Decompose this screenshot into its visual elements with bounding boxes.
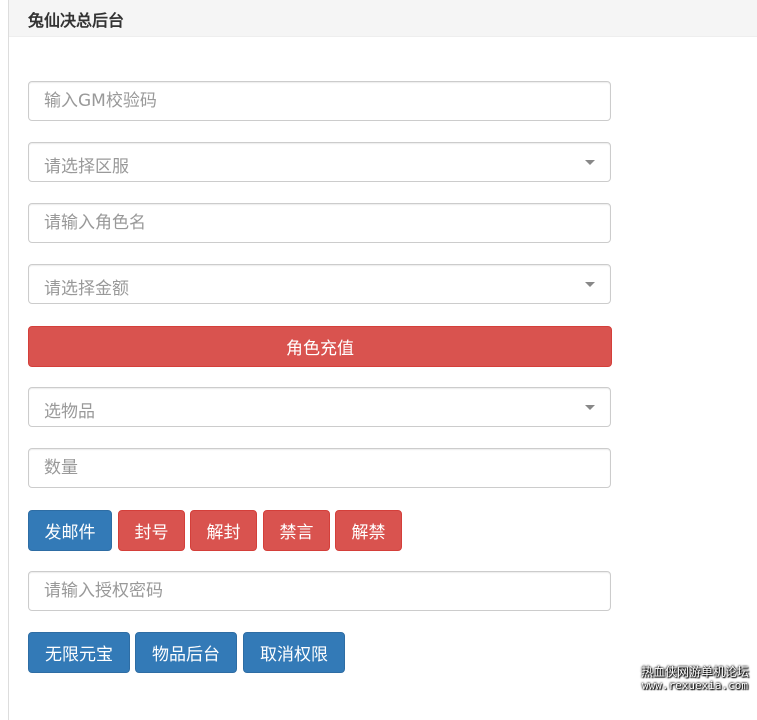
unmute-button[interactable]: 解禁 bbox=[335, 510, 402, 551]
chevron-down-icon bbox=[585, 405, 595, 410]
site-watermark: 热血侠网游单机论坛 www.rexuexia.com bbox=[641, 665, 749, 693]
unban-button[interactable]: 解封 bbox=[190, 510, 257, 551]
recharge-button[interactable]: 角色充值 bbox=[28, 326, 612, 367]
item-select-label: 选物品 bbox=[44, 402, 95, 422]
gm-code-field[interactable] bbox=[28, 81, 611, 121]
ban-button[interactable]: 封号 bbox=[118, 510, 185, 551]
role-name-input[interactable] bbox=[29, 204, 610, 242]
server-select[interactable]: 请选择区服 bbox=[28, 142, 611, 182]
chevron-down-icon bbox=[585, 160, 595, 165]
mute-button[interactable]: 禁言 bbox=[263, 510, 330, 551]
watermark-line2: www.rexuexia.com bbox=[642, 679, 748, 692]
quantity-field[interactable] bbox=[28, 448, 611, 488]
panel-title: 兔仙决总后台 bbox=[28, 11, 125, 30]
item-select[interactable]: 选物品 bbox=[28, 387, 611, 427]
send-mail-button[interactable]: 发邮件 bbox=[28, 510, 112, 551]
watermark-line1: 热血侠网游单机论坛 bbox=[640, 665, 749, 679]
unlimited-yuanbao-button[interactable]: 无限元宝 bbox=[28, 632, 130, 673]
panel-heading: 兔仙决总后台 bbox=[9, 0, 757, 37]
server-select-label: 请选择区服 bbox=[44, 157, 129, 177]
amount-select-label: 请选择金额 bbox=[44, 279, 129, 299]
auth-password-field[interactable] bbox=[28, 571, 611, 611]
auth-password-input[interactable] bbox=[29, 572, 610, 610]
revoke-permission-button[interactable]: 取消权限 bbox=[243, 632, 345, 673]
amount-select[interactable]: 请选择金额 bbox=[28, 264, 611, 304]
role-name-field[interactable] bbox=[28, 203, 611, 243]
quantity-input[interactable] bbox=[29, 449, 610, 487]
item-backend-button[interactable]: 物品后台 bbox=[135, 632, 237, 673]
gm-code-input[interactable] bbox=[29, 82, 610, 120]
chevron-down-icon bbox=[585, 282, 595, 287]
